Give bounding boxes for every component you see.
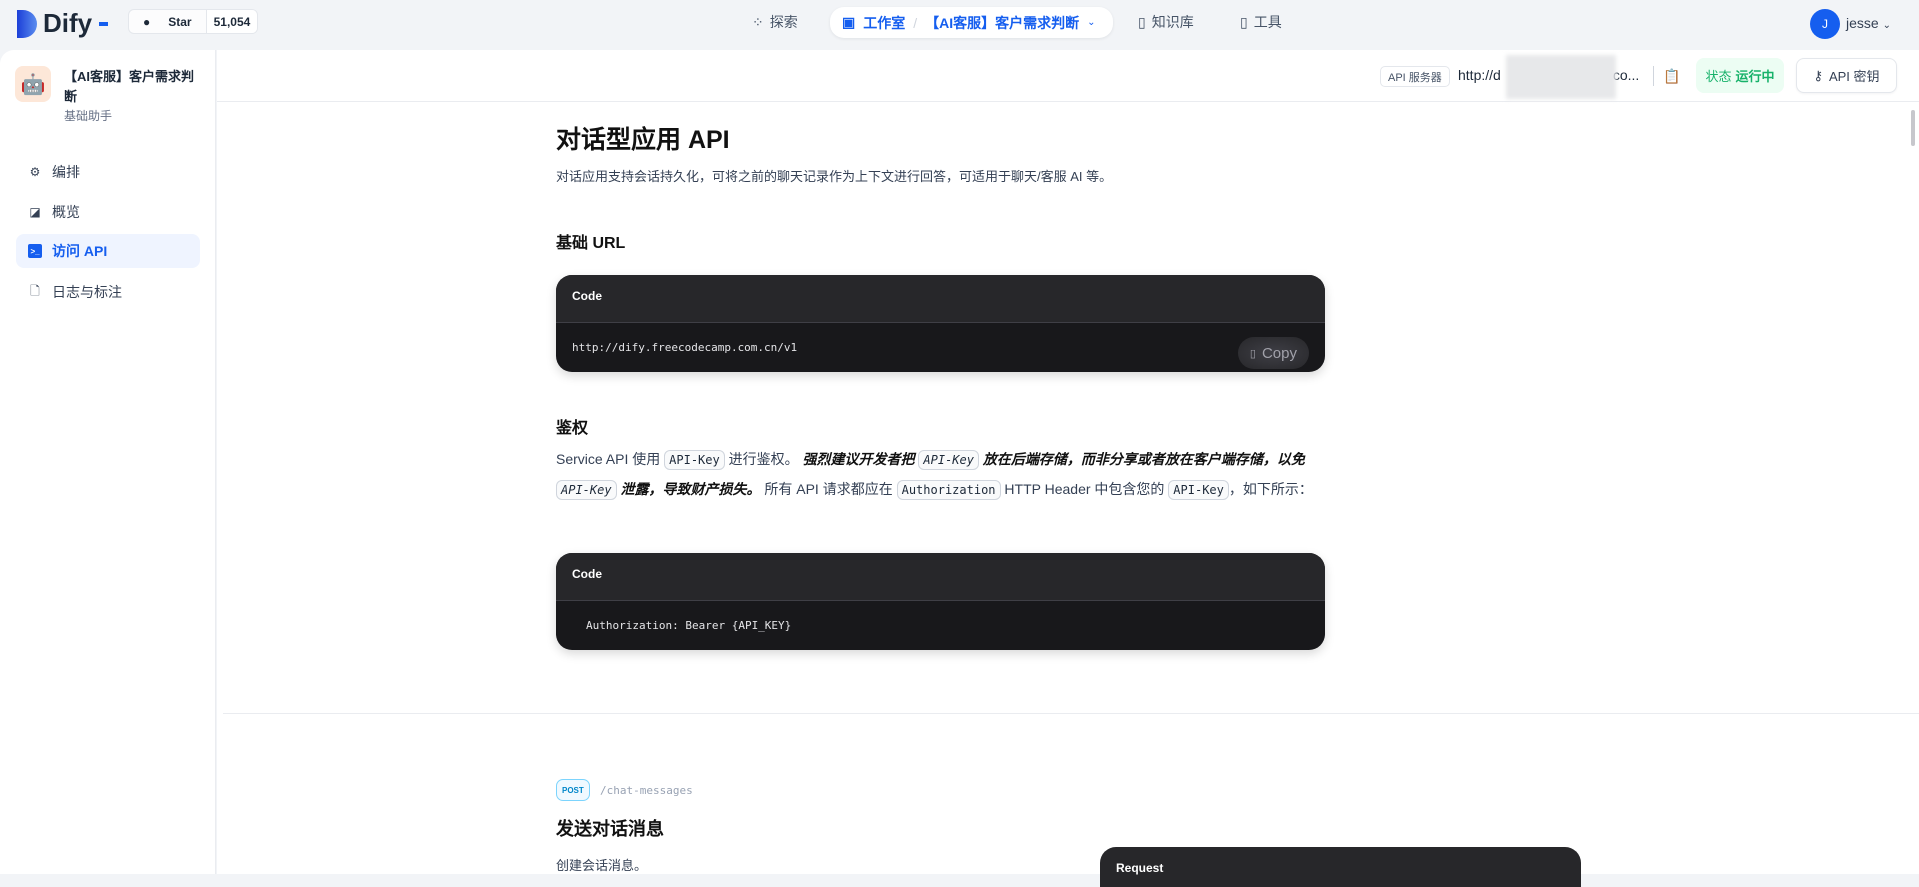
code-label: Code [556,275,1325,323]
redacted-url [1506,55,1616,99]
robot-icon: ▣ [842,14,856,30]
auth-heading: 鉴权 [556,420,589,437]
book-icon: ▯ [1138,13,1146,30]
github-icon: ● [143,14,151,29]
app-title: 【AI客服】客户需求判断 [64,69,195,104]
page-description: 对话应用支持会话持久化，可将之前的聊天记录作为上下文进行回答，可适用于聊天/客服… [556,169,1113,184]
sidebar-item-overview[interactable]: ◪ 概览 [16,195,200,229]
key-icon: ⚷ [1813,67,1823,83]
method-badge: POST [556,779,590,801]
app-type: 基础助手 [64,109,113,123]
terminal-icon: >_ [28,244,42,258]
sidebar-item-orchestrate[interactable]: ⚙ 编排 [16,155,200,189]
chart-icon: ◪ [29,205,41,219]
scrollbar[interactable] [1911,110,1915,146]
user-menu[interactable]: jesse ⌄ [1846,15,1891,31]
base-url-code: http://dify.freecodecamp.com.cn/v1 [572,341,798,354]
api-server-tag: API 服务器 [1380,66,1450,87]
current-app-selector[interactable]: 【AI客服】客户需求判断 [925,13,1079,33]
chevron-down-icon: ⌄ [1087,17,1096,28]
api-key-button[interactable]: ⚷ API 密钥 [1796,58,1897,93]
gear-icon: ⚙ [29,165,41,179]
nav-studio[interactable]: ▣ 工作室 / 【AI客服】客户需求判断 ⌄ [830,7,1113,38]
avatar[interactable]: J [1810,9,1840,39]
copy-button[interactable]: ▯ Copy [1237,337,1309,369]
nav-tools[interactable]: ▯ 工具 [1240,12,1282,32]
clipboard-icon[interactable]: 📋 [1662,64,1682,88]
logo-mark-icon [17,9,37,38]
section-divider [223,713,1919,714]
clipboard-icon: ▯ [1249,347,1256,360]
app-icon: 🤖 [15,66,51,102]
top-nav: Dify ● Star 51,054 ⁘ 探索 ▣ 工作室 / 【AI客服】客户需求判断 ⌄ … [0,0,1919,50]
auth-code: Authorization: Bearer {API_KEY} [586,619,792,632]
base-url-heading: 基础 URL [556,235,626,252]
endpoint-title: 发送对话消息 [556,819,664,839]
nav-explore[interactable]: ⁘ 探索 [752,12,798,32]
auth-code-block: Code Authorization: Bearer {API_KEY} [556,553,1325,650]
request-code-block: Request [1100,847,1581,887]
nav-knowledge[interactable]: ▯ 知识库 [1138,12,1194,32]
sidebar-item-logs[interactable]: 🗋 日志与标注 [16,275,200,309]
sidebar-item-api-access[interactable]: >_ 访问 API [16,234,200,268]
status-badge: 状态 运行中 [1696,58,1784,93]
logo-dot [99,21,109,26]
explore-icon: ⁘ [752,13,764,30]
base-url-code-block: Code http://dify.freecodecamp.com.cn/v1 … [556,275,1325,372]
tools-icon: ▯ [1240,13,1248,30]
github-star-button[interactable]: ● Star 51,054 [128,9,259,34]
page-title: 对话型应用 API [556,126,730,154]
file-icon: 🗋 [30,283,40,298]
endpoint-path: /chat-messages [600,784,693,797]
divider [1653,66,1654,86]
chevron-down-icon: ⌄ [1882,20,1891,31]
dify-logo[interactable]: Dify [17,8,109,39]
code-label: Code [556,553,1325,601]
star-count: 51,054 [205,10,258,33]
endpoint-description: 创建会话消息。 [556,858,648,873]
auth-paragraph: Service API 使用 API-Key 进行鉴权。 强烈建议开发者把 AP… [556,445,1328,505]
